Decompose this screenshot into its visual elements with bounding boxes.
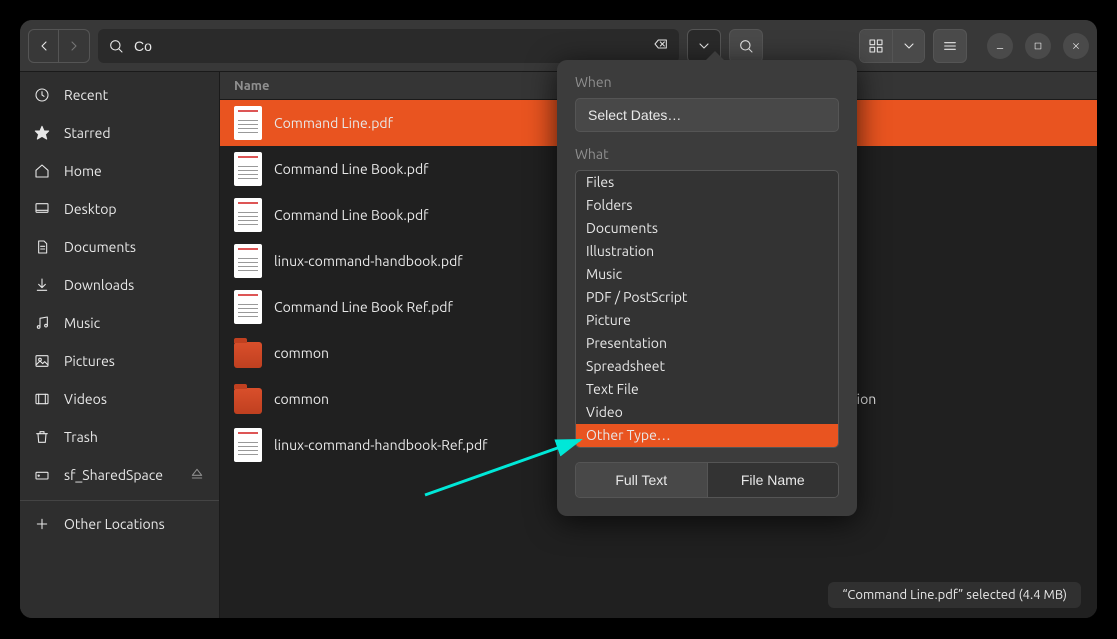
sidebar: Recent Starred Home Desktop Documents Do… [20, 72, 220, 618]
column-name[interactable]: Name [220, 79, 565, 93]
pictures-icon [34, 353, 50, 369]
document-icon [234, 152, 262, 186]
file-name: Command Line Book Ref.pdf [274, 299, 577, 315]
file-name-button[interactable]: File Name [707, 463, 839, 497]
sidebar-item-label: Desktop [64, 201, 117, 217]
select-dates-button[interactable]: Select Dates… [575, 98, 839, 132]
search-mode-toggle: Full Text File Name [575, 462, 839, 498]
sidebar-item-label: Pictures [64, 353, 115, 369]
videos-icon [34, 391, 50, 407]
file-name: common [274, 345, 577, 361]
sidebar-item-downloads[interactable]: Downloads [20, 266, 219, 304]
when-label: When [575, 74, 839, 90]
sidebar-item-documents[interactable]: Documents [20, 228, 219, 266]
full-text-button[interactable]: Full Text [576, 463, 707, 497]
music-icon [34, 315, 50, 331]
maximize-button[interactable] [1025, 33, 1051, 59]
grid-view-button[interactable] [860, 30, 892, 62]
search-input[interactable] [132, 37, 645, 55]
sidebar-item-label: Downloads [64, 277, 134, 293]
file-name: linux-command-handbook-Ref.pdf [274, 437, 577, 453]
home-icon [34, 163, 50, 179]
type-option[interactable]: Music [576, 263, 838, 286]
what-label: What [575, 146, 839, 162]
document-icon [234, 428, 262, 462]
search-filter-popup: When Select Dates… What FilesFoldersDocu… [557, 60, 857, 516]
nav-buttons [28, 29, 90, 63]
clock-icon [34, 87, 50, 103]
file-name: common [274, 391, 577, 407]
sidebar-item-other-locations[interactable]: Other Locations [20, 500, 219, 542]
sidebar-item-recent[interactable]: Recent [20, 76, 219, 114]
minimize-button[interactable] [987, 33, 1013, 59]
sidebar-item-label: Trash [64, 429, 98, 445]
document-icon [234, 198, 262, 232]
sidebar-item-label: Recent [64, 87, 108, 103]
type-option[interactable]: Video [576, 401, 838, 424]
sidebar-item-label: sf_SharedSpace [64, 467, 163, 483]
view-options-button[interactable] [892, 30, 924, 62]
status-text: “Command Line.pdf” selected (4.4 MB) [842, 588, 1067, 602]
trash-icon [34, 429, 50, 445]
close-button[interactable] [1063, 33, 1089, 59]
sidebar-item-label: Starred [64, 125, 111, 141]
document-icon [234, 244, 262, 278]
sidebar-item-music[interactable]: Music [20, 304, 219, 342]
type-option[interactable]: PDF / PostScript [576, 286, 838, 309]
sidebar-item-videos[interactable]: Videos [20, 380, 219, 418]
sidebar-item-desktop[interactable]: Desktop [20, 190, 219, 228]
search-toggle-button[interactable] [729, 29, 763, 63]
sidebar-item-label: Home [64, 163, 102, 179]
window-controls [987, 33, 1089, 59]
type-option[interactable]: Files [576, 171, 838, 194]
sidebar-item-trash[interactable]: Trash [20, 418, 219, 456]
search-icon [108, 38, 124, 54]
star-icon [34, 125, 50, 141]
view-mode-group [859, 29, 925, 63]
sidebar-item-starred[interactable]: Starred [20, 114, 219, 152]
file-name: Command Line Book.pdf [274, 207, 577, 223]
downloads-icon [34, 277, 50, 293]
documents-icon [34, 239, 50, 255]
folder-icon [234, 388, 262, 414]
hamburger-menu-button[interactable] [933, 29, 967, 63]
back-button[interactable] [29, 30, 59, 62]
sidebar-item-label: Documents [64, 239, 136, 255]
type-option[interactable]: Folders [576, 194, 838, 217]
type-option[interactable]: Presentation [576, 332, 838, 355]
type-option[interactable]: Illustration [576, 240, 838, 263]
sidebar-item-label: Music [64, 315, 100, 331]
drive-icon [34, 467, 50, 483]
sidebar-item-label: Videos [64, 391, 107, 407]
desktop-icon [34, 201, 50, 217]
folder-icon [234, 342, 262, 368]
sidebar-item-label: Other Locations [64, 516, 165, 532]
type-option[interactable]: Picture [576, 309, 838, 332]
sidebar-item-pictures[interactable]: Pictures [20, 342, 219, 380]
eject-icon[interactable] [189, 466, 205, 485]
document-icon [234, 290, 262, 324]
file-name: Command Line.pdf [274, 115, 577, 131]
type-list: FilesFoldersDocumentsIllustrationMusicPD… [575, 170, 839, 448]
plus-icon [34, 516, 50, 532]
file-name: Command Line Book.pdf [274, 161, 577, 177]
sidebar-item-shared[interactable]: sf_SharedSpace [20, 456, 219, 494]
file-name: linux-command-handbook.pdf [274, 253, 577, 269]
document-icon [234, 106, 262, 140]
type-option[interactable]: Other Type… [576, 424, 838, 447]
forward-button[interactable] [59, 30, 89, 62]
status-bar: “Command Line.pdf” selected (4.4 MB) [828, 582, 1081, 608]
type-option[interactable]: Text File [576, 378, 838, 401]
type-option[interactable]: Spreadsheet [576, 355, 838, 378]
clear-search-icon[interactable] [653, 36, 669, 55]
sidebar-item-home[interactable]: Home [20, 152, 219, 190]
type-option[interactable]: Documents [576, 217, 838, 240]
search-box[interactable] [98, 29, 679, 63]
